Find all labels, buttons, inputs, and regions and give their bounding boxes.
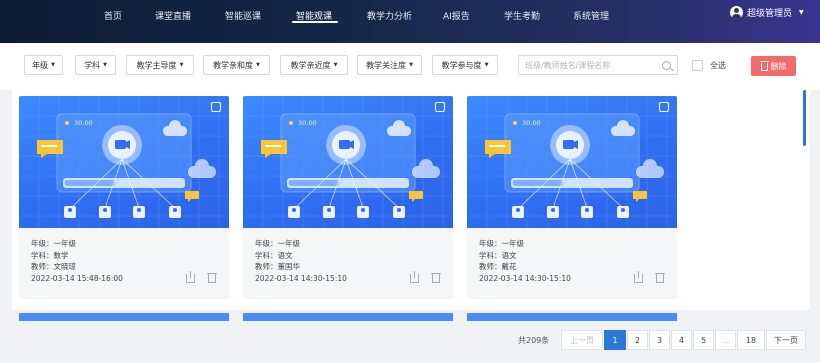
card-time: 2022-03-14 15:48-16:00 (31, 274, 123, 283)
card-checkbox[interactable] (659, 102, 669, 112)
video-duration: 30:00 (298, 119, 317, 127)
nav-item-ai-report[interactable]: AI报告 (443, 9, 470, 22)
teaching-participation-filter-dropdown[interactable]: 教学参与度 ▼ (432, 55, 498, 75)
delete-button-label: 删除 (770, 61, 787, 71)
caret-down-icon: ▼ (51, 62, 55, 68)
card-teacher: 教师：文晓琼 (31, 262, 76, 271)
teaching-leadership-filter-dropdown[interactable]: 教学主导度 ▼ (126, 55, 194, 75)
download-icon[interactable] (186, 271, 195, 283)
trash-icon[interactable] (655, 273, 665, 283)
card-subject: 学科：语文 (255, 250, 293, 260)
caret-down-icon: ▼ (103, 62, 107, 68)
card-subject: 学科：语文 (479, 250, 517, 260)
nav-item-student-attendance[interactable]: 学生考勤 (504, 9, 540, 22)
select-all-label: 全选 (710, 61, 726, 70)
select-all-checkbox[interactable]: 全选 (692, 60, 726, 71)
card-teacher: 教师：董国华 (255, 262, 300, 271)
card-grade: 年级：一年级 (31, 239, 76, 248)
class-video-card-partial[interactable] (243, 313, 453, 321)
video-thumbnail[interactable]: 30:00 (467, 96, 677, 228)
caret-down-icon: ▼ (409, 62, 413, 68)
card-checkbox[interactable] (211, 102, 221, 112)
checkbox-box[interactable] (692, 60, 703, 71)
card-info: 年级：一年级 学科：语文 教师：戴花 (479, 238, 524, 273)
teaching-closeness-filter-dropdown[interactable]: 教学亲近度 ▼ (280, 55, 348, 75)
card-time: 2022-03-14 14:30-15:10 (479, 274, 571, 283)
pagination-ellipsis[interactable]: ... (715, 330, 736, 350)
card-teacher: 教师：戴花 (479, 262, 517, 271)
chevron-down-icon: ▼ (799, 9, 804, 16)
pagination-page-2[interactable]: 2 (627, 330, 648, 350)
pagination-page-18[interactable]: 18 (737, 330, 765, 350)
dropdown-label: 教学关注度 (366, 60, 407, 70)
pagination-next-button[interactable]: 下一页 (766, 330, 806, 350)
class-video-card[interactable]: 30:00 年级：一年级 学科：语文 教师：董国华 2022-03-14 14:… (243, 96, 453, 299)
caret-down-icon: ▼ (484, 62, 489, 68)
top-navigation-bar: 首页 课堂直播 智能巡课 智能观课 教学力分析 AI报告 学生考勤 系统管理 超… (0, 0, 820, 43)
search-input[interactable] (525, 59, 655, 72)
video-duration: 30:00 (74, 119, 93, 127)
card-grade: 年级：一年级 (255, 239, 300, 248)
video-thumbnail[interactable]: 30:00 (19, 96, 229, 228)
nav-item-home[interactable]: 首页 (104, 9, 122, 22)
card-grade: 年级：一年级 (479, 239, 524, 248)
filter-bar: 年级 ▼ 学科 ▼ 教学主导度 ▼ 教学亲和度 ▼ 教学亲近度 ▼ 教学关注度 ▼ 教学参与… (0, 43, 820, 90)
trash-icon (759, 60, 769, 71)
pagination-page-1[interactable]: 1 (604, 330, 626, 350)
nav-item-smart-patrol[interactable]: 智能巡课 (225, 9, 261, 22)
class-video-card-partial[interactable] (19, 313, 229, 321)
classroom-video-illustration (243, 96, 453, 228)
pagination-page-4[interactable]: 4 (671, 330, 692, 350)
user-menu[interactable]: 超级管理员 ▼ (730, 6, 804, 19)
dropdown-label: 教学亲近度 (290, 60, 331, 70)
pagination-total: 共209条 (518, 336, 550, 345)
grade-filter-dropdown[interactable]: 年级 ▼ (24, 55, 63, 75)
card-subject: 学科：数学 (31, 250, 69, 260)
caret-down-icon: ▼ (179, 62, 184, 68)
dropdown-label: 年级 (32, 60, 49, 70)
scrollbar-thumb[interactable] (803, 90, 806, 146)
trash-icon[interactable] (207, 273, 217, 283)
dropdown-label: 学科 (84, 60, 101, 70)
video-thumbnail[interactable]: 30:00 (243, 96, 453, 228)
card-time: 2022-03-14 14:30-15:10 (255, 274, 347, 283)
class-video-card[interactable]: 30:00 年级：一年级 学科：语文 教师：戴花 2022-03-14 14:3… (467, 96, 677, 299)
dropdown-label: 教学亲和度 (213, 60, 254, 70)
card-info: 年级：一年级 学科：数学 教师：文晓琼 (31, 238, 76, 273)
search-box (518, 55, 678, 75)
class-video-card-partial[interactable] (467, 313, 677, 321)
pagination-page-3[interactable]: 3 (649, 330, 670, 350)
subject-filter-dropdown[interactable]: 学科 ▼ (75, 55, 116, 75)
user-avatar-icon (730, 6, 743, 19)
search-icon[interactable] (662, 61, 671, 70)
classroom-video-illustration (467, 96, 677, 228)
nav-item-live-class[interactable]: 课堂直播 (155, 9, 191, 22)
delete-button[interactable]: 删除 (751, 56, 796, 76)
classroom-video-illustration (19, 96, 229, 228)
card-info: 年级：一年级 学科：语文 教师：董国华 (255, 238, 300, 273)
caret-down-icon: ▼ (333, 62, 338, 68)
teaching-affinity-filter-dropdown[interactable]: 教学亲和度 ▼ (203, 55, 270, 75)
class-video-card[interactable]: 30:00 年级：一年级 学科：数学 教师：文晓琼 2022-03-14 15:… (19, 96, 229, 299)
nav-item-system-management[interactable]: 系统管理 (573, 9, 609, 22)
caret-down-icon: ▼ (256, 62, 260, 68)
pagination-page-5[interactable]: 5 (693, 330, 714, 350)
card-checkbox[interactable] (435, 102, 445, 112)
trash-icon[interactable] (431, 273, 441, 283)
video-duration: 30:00 (522, 119, 541, 127)
nav-active-underline (292, 21, 338, 23)
pagination-prev-button[interactable]: 上一页 (561, 330, 603, 350)
download-icon[interactable] (410, 271, 419, 283)
teaching-attention-filter-dropdown[interactable]: 教学关注度 ▼ (357, 55, 422, 75)
dropdown-label: 教学主导度 (136, 60, 177, 70)
dropdown-label: 教学参与度 (441, 60, 482, 70)
nav-item-teaching-analysis[interactable]: 教学力分析 (367, 9, 412, 22)
download-icon[interactable] (634, 271, 643, 283)
user-name: 超级管理员 (747, 9, 793, 19)
